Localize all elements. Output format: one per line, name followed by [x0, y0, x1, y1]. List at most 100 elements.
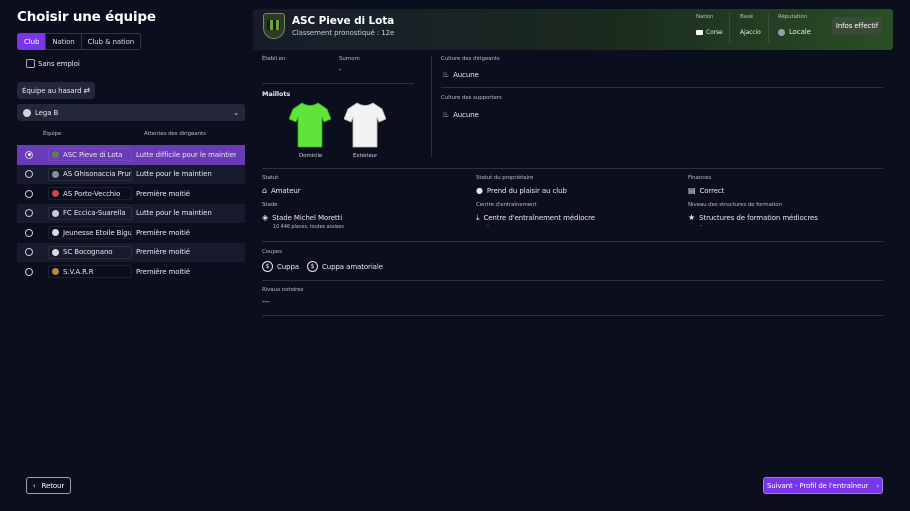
radio-button[interactable] — [25, 170, 33, 179]
expectation-cell: Lutte difficile pour le maintien — [136, 150, 236, 159]
club-name: ASC Pieve di Lota — [292, 15, 395, 27]
radio-button[interactable] — [25, 267, 33, 276]
divider — [768, 13, 769, 44]
club-crest-icon — [52, 170, 59, 178]
expectation-cell: Lutte pour le maintien — [136, 170, 212, 179]
table-row[interactable]: Jeunesse Etoile Bigugliaise Première moi… — [17, 223, 245, 243]
team-cell: SC Bocognano — [48, 245, 132, 259]
tab-nation[interactable]: Nation — [45, 33, 82, 50]
owner-label: Statut du propriétaire — [476, 175, 534, 181]
cup-item: $ Cuppa — [262, 261, 299, 272]
reputation-icon — [778, 28, 785, 36]
stadium-label: Stade — [262, 202, 278, 208]
nickname-value: - — [339, 66, 342, 74]
radio-button[interactable] — [25, 248, 33, 257]
league-dropdown[interactable]: Lega B ⌄ — [17, 104, 245, 121]
team-cell: Jeunesse Etoile Bigugliaise — [48, 226, 132, 240]
team-cell: AS Porto-Vecchio — [48, 187, 132, 201]
unemployed-checkbox[interactable]: Sans emploi — [26, 59, 80, 68]
unemployed-label: Sans emploi — [38, 59, 80, 68]
back-button[interactable]: ‹ Retour — [26, 477, 71, 494]
radio-button[interactable] — [25, 150, 33, 159]
filter-tabs: Club Nation Club & nation — [17, 33, 142, 50]
flame-icon: ♨ — [442, 110, 450, 119]
table-row[interactable]: FC Eccica-Suarella Lutte pour le maintie… — [17, 203, 245, 223]
divider — [262, 168, 883, 169]
league-icon — [23, 108, 31, 117]
radio-button[interactable] — [25, 189, 33, 198]
finances-text: Correct — [699, 186, 725, 195]
expectation-cell: Première moitié — [136, 228, 190, 237]
club-crest-icon — [52, 209, 59, 217]
divider — [431, 56, 432, 157]
finances-value: ▤ Correct — [688, 186, 724, 195]
team-list: ASC Pieve di Lota Lutte difficile pour l… — [17, 145, 245, 282]
team-name: AS Ghisonaccia Prunelli — [63, 170, 132, 179]
club-crest-icon — [52, 268, 59, 276]
rivals-label: Rivaux notoires — [262, 287, 304, 293]
club-crest-icon — [52, 151, 59, 159]
money-icon: ▤ — [688, 186, 696, 195]
home-kit-label: Domicile — [299, 153, 323, 159]
cup-name: Cuppa amatoriale — [322, 262, 383, 271]
table-row[interactable]: AS Porto-Vecchio Première moitié — [17, 184, 245, 204]
building-icon: ⌂ — [262, 186, 267, 195]
table-row[interactable]: AS Ghisonaccia Prunelli Lutte pour le ma… — [17, 164, 245, 184]
board-culture-value: ♨ Aucune — [442, 70, 479, 79]
expectation-cell: Première moitié — [136, 248, 190, 257]
stadium-value: ◈ Stade Michel Moretti — [262, 213, 342, 222]
supporter-culture-value: ♨ Aucune — [442, 110, 479, 119]
team-name: SC Bocognano — [63, 248, 113, 257]
youth-sub: - — [700, 223, 702, 229]
club-crest-icon — [52, 248, 59, 256]
supporter-culture-label: Culture des supporters — [441, 95, 502, 101]
nation-label: Nation — [696, 14, 714, 20]
expectation-cell: Lutte pour le maintien — [136, 209, 212, 218]
based-label: Basé — [740, 14, 753, 20]
board-culture-label: Culture des dirigeants — [441, 56, 500, 62]
chevron-left-icon: ‹ — [32, 481, 36, 490]
founded-label: Établi en — [262, 56, 286, 62]
supporter-culture-text: Aucune — [453, 110, 479, 119]
training-label: Centre d'entraînement — [476, 202, 537, 208]
back-label: Retour — [41, 481, 65, 490]
expectation-cell: Première moitié — [136, 189, 190, 198]
table-row[interactable]: SC Bocognano Première moitié — [17, 242, 245, 262]
chevron-right-icon: › — [876, 481, 880, 490]
owner-value: ● Prend du plaisir au club — [476, 186, 567, 195]
kits-label: Maillots — [262, 90, 291, 98]
board-culture-text: Aucune — [453, 70, 479, 79]
divider — [262, 315, 883, 316]
checkbox-box[interactable] — [26, 59, 35, 68]
chevron-down-icon: ⌄ — [233, 108, 239, 117]
youth-text: Structures de formation médiocres — [699, 213, 818, 222]
random-team-button[interactable]: Équipe au hasard ⇄ — [17, 82, 95, 99]
radio-button[interactable] — [25, 228, 33, 237]
club-prediction: Classement pronostiqué : 12e — [292, 29, 395, 37]
tab-club[interactable]: Club — [17, 33, 47, 50]
league-value: Lega B — [35, 108, 59, 117]
flame-icon: ♨ — [442, 70, 450, 79]
club-crest-icon — [52, 229, 59, 237]
table-row[interactable]: ASC Pieve di Lota Lutte difficile pour l… — [17, 145, 245, 165]
table-row[interactable]: S.V.A.R.R Première moitié — [17, 262, 245, 282]
squad-info-button[interactable]: Infos effectif — [832, 17, 882, 35]
col-header-expectation: Attentes des dirigeants — [144, 131, 206, 137]
status-value: ⌂ Amateur — [262, 186, 301, 195]
expectation-cell: Première moitié — [136, 267, 190, 276]
person-icon: ● — [476, 186, 483, 195]
owner-text: Prend du plaisir au club — [486, 186, 567, 195]
team-name: FC Eccica-Suarella — [63, 209, 126, 218]
nation-value: Corse — [696, 29, 723, 36]
team-cell: S.V.A.R.R — [48, 265, 132, 279]
flag-icon — [696, 30, 703, 35]
based-value: Ajaccio — [740, 29, 761, 36]
radio-button[interactable] — [25, 209, 33, 218]
nickname-label: Surnom — [339, 56, 360, 62]
cup-item: $ Cuppa amatoriale — [307, 261, 383, 272]
download-icon: ⤓ — [476, 213, 480, 222]
next-button[interactable]: Suivant - Profil de l'entraîneur › — [763, 477, 883, 494]
cup-name: Cuppa — [277, 262, 300, 271]
divider — [729, 13, 730, 44]
tab-club-nation[interactable]: Club & nation — [80, 33, 142, 50]
